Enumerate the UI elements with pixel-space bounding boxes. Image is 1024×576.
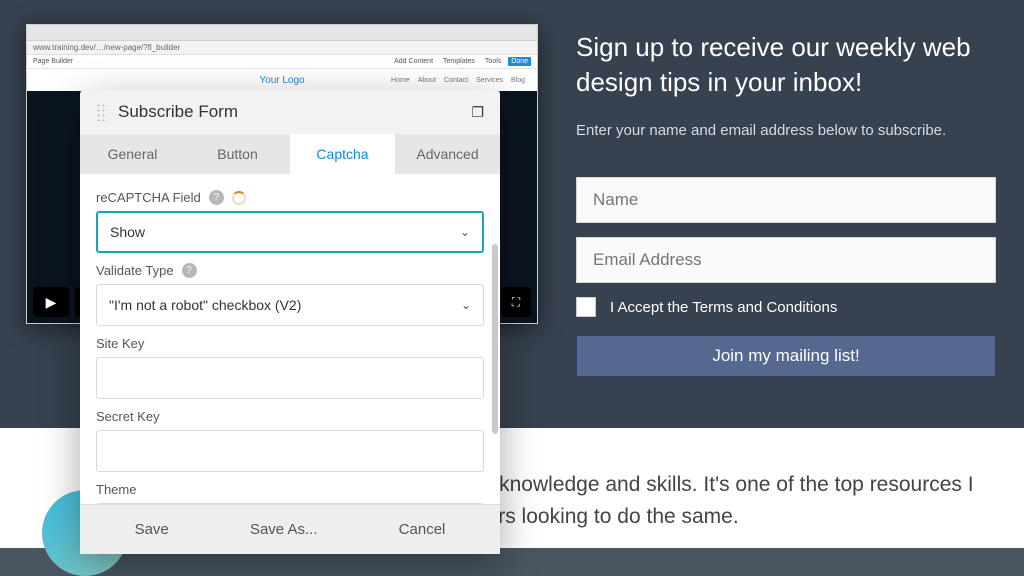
terms-checkbox[interactable] [576, 297, 596, 317]
join-button[interactable]: Join my mailing list! [576, 335, 996, 377]
chevron-down-icon: ⌄ [460, 225, 470, 239]
validate-type-value: "I'm not a robot" checkbox (V2) [109, 297, 301, 313]
site-key-input[interactable] [96, 357, 484, 399]
tab-captcha[interactable]: Captcha [290, 134, 395, 174]
cancel-button[interactable]: Cancel [377, 515, 468, 544]
browser-titlebar [27, 25, 537, 41]
recaptcha-field-label: reCAPTCHA Field [96, 190, 201, 205]
validate-type-select[interactable]: "I'm not a robot" checkbox (V2) ⌄ [96, 284, 484, 326]
email-field[interactable] [576, 237, 996, 283]
fullscreen-icon[interactable]: ⛶ [501, 287, 531, 317]
builder-toolbar: Page Builder Add Content Templates Tools… [27, 55, 537, 69]
nav-home[interactable]: Home [391, 77, 410, 84]
theme-label: Theme [96, 482, 136, 497]
secret-key-label: Secret Key [96, 409, 160, 424]
tab-advanced[interactable]: Advanced [395, 134, 500, 174]
modal-tabs: General Button Captcha Advanced [80, 134, 500, 174]
save-as-button[interactable]: Save As... [228, 515, 340, 544]
scrollbar-thumb[interactable] [492, 244, 498, 434]
chevron-down-icon: ⌄ [461, 298, 471, 312]
tab-general[interactable]: General [80, 134, 185, 174]
help-icon[interactable]: ? [182, 263, 197, 278]
save-button[interactable]: Save [113, 515, 191, 544]
tab-button[interactable]: Button [185, 134, 290, 174]
address-bar[interactable]: www.training.dev/…/new-page/?fl_builder [27, 41, 537, 55]
done-button[interactable]: Done [508, 57, 531, 66]
nav-contact[interactable]: Contact [444, 77, 468, 84]
add-content-button[interactable]: Add Content [391, 57, 436, 66]
subscribe-form-modal: Subscribe Form ❐ General Button Captcha … [80, 90, 500, 554]
recaptcha-field-value: Show [110, 224, 145, 240]
hero-subtitle: Enter your name and email address below … [576, 122, 996, 139]
fields-panel: reCAPTCHA Field ? Show ⌄ Validate Type ?… [80, 174, 500, 504]
modal-title: Subscribe Form [118, 102, 471, 122]
site-logobar: Your Logo Home About Contact Services Bl… [27, 69, 537, 91]
play-icon[interactable]: ▶ [33, 287, 69, 317]
site-key-label: Site Key [96, 336, 144, 351]
loading-spinner-icon [232, 191, 246, 205]
terms-label: I Accept the Terms and Conditions [610, 299, 837, 316]
templates-button[interactable]: Templates [440, 57, 478, 66]
help-icon[interactable]: ? [209, 190, 224, 205]
theme-select[interactable]: Light ⌄ [96, 503, 484, 504]
name-field[interactable] [576, 177, 996, 223]
recaptcha-field-select[interactable]: Show ⌄ [96, 211, 484, 253]
page-builder-label: Page Builder [33, 58, 73, 65]
site-logo: Your Logo [259, 75, 304, 86]
drag-handle-icon[interactable] [96, 103, 108, 121]
tools-button[interactable]: Tools [482, 57, 504, 66]
nav-about[interactable]: About [418, 77, 436, 84]
hero-signup-form: Sign up to receive our weekly web design… [576, 30, 996, 377]
hero-title: Sign up to receive our weekly web design… [576, 30, 996, 100]
nav-services[interactable]: Services [476, 77, 503, 84]
secret-key-input[interactable] [96, 430, 484, 472]
validate-type-label: Validate Type [96, 263, 174, 278]
window-toggle-icon[interactable]: ❐ [471, 104, 484, 121]
nav-blog[interactable]: Blog [511, 77, 525, 84]
